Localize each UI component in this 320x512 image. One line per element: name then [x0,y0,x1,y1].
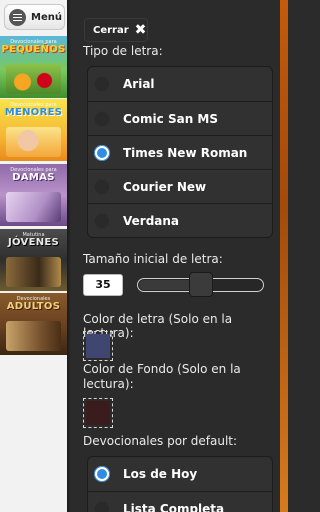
font-option-comic-sans[interactable]: Comic San MS [88,101,272,135]
thumbnail-pequenos[interactable]: Devocionales para PEQUEÑOS [0,36,67,98]
default-option-today[interactable]: Los de Hoy [88,457,272,491]
radio-icon [94,110,110,127]
orange-edge [280,0,288,512]
font-type-label: Tipo de letra: [83,44,163,58]
thumbnail-image [6,321,61,351]
bg-color-label: Color de Fondo (Solo en la lectura): [83,362,241,391]
font-size-label: Tamaño inicial de letra: [83,252,223,266]
default-devotional-radio-group: Los de Hoy Lista Completa [87,456,273,512]
thumbnail-subtitle: Devocionales [16,296,51,303]
default-option-label: Los de Hoy [123,467,198,481]
font-option-label: Verdana [123,213,180,228]
thumbnail-subtitle: Matutina [22,232,45,239]
thumbnail-title: JÓVENES [7,237,60,249]
text-color-swatch[interactable] [83,331,113,361]
thumbnail-subtitle: Devocionales para [10,167,57,174]
thumbnail-menores[interactable]: Devocionales para MENORES [0,99,67,161]
slider-handle[interactable] [189,272,213,297]
close-label: Cerrar [93,24,129,36]
font-option-label: Courier New [123,179,207,194]
close-button[interactable]: Cerrar ✖ [84,18,148,42]
default-devotional-label: Devocionales por default: [83,434,238,448]
thumbnail-image [6,64,61,94]
font-option-courier[interactable]: Courier New [88,169,272,203]
menu-label: Menú [31,11,62,23]
font-option-arial[interactable]: Arial [88,67,272,101]
side-drawer: Menú Devocionales para PEQUEÑOS Devociona… [0,0,67,512]
radio-selected-icon [94,144,110,161]
thumbnail-adultos[interactable]: Devocionales ADULTOS [0,293,67,355]
font-option-verdana[interactable]: Verdana [88,203,272,237]
thumbnail-subtitle: Devocionales para [10,102,57,109]
thumbnail-damas[interactable]: Devocionales para DAMAS [0,164,67,226]
font-option-label: Arial [123,77,155,91]
thumbnail-title: PEQUEÑOS [1,44,66,56]
radio-icon [94,76,110,92]
settings-panel: Cerrar ✖ Tipo de letra: Arial Comic San … [71,0,280,512]
bg-color-fill [86,401,110,425]
text-color-fill [86,334,110,358]
thumbnail-jovenes[interactable]: Matutina JÓVENES [0,229,67,291]
menu-icon [9,8,26,26]
font-option-times[interactable]: Times New Roman [88,135,272,169]
thumbnail-subtitle: Devocionales para [10,39,57,46]
thumbnail-image [6,257,61,287]
thumbnail-image [6,127,61,157]
radio-icon [94,500,110,512]
close-icon: ✖ [134,22,147,38]
thumbnail-title: MENORES [4,107,63,119]
default-option-full-list[interactable]: Lista Completa [88,491,272,512]
radio-selected-icon [94,466,110,482]
font-option-label: Comic San MS [123,111,219,126]
bg-color-swatch[interactable] [83,398,113,428]
thumbnail-image [6,192,61,222]
radio-icon [94,178,110,195]
font-option-label: Times New Roman [123,145,248,160]
thumbnail-title: DAMAS [12,172,55,184]
menu-button[interactable]: Menú [4,4,65,30]
font-type-radio-group: Arial Comic San MS Times New Roman Couri… [87,66,273,238]
thumbnail-title: ADULTOS [6,301,61,313]
radio-icon [94,212,110,229]
font-size-input[interactable]: 35 [83,274,123,296]
default-option-label: Lista Completa [123,501,225,512]
